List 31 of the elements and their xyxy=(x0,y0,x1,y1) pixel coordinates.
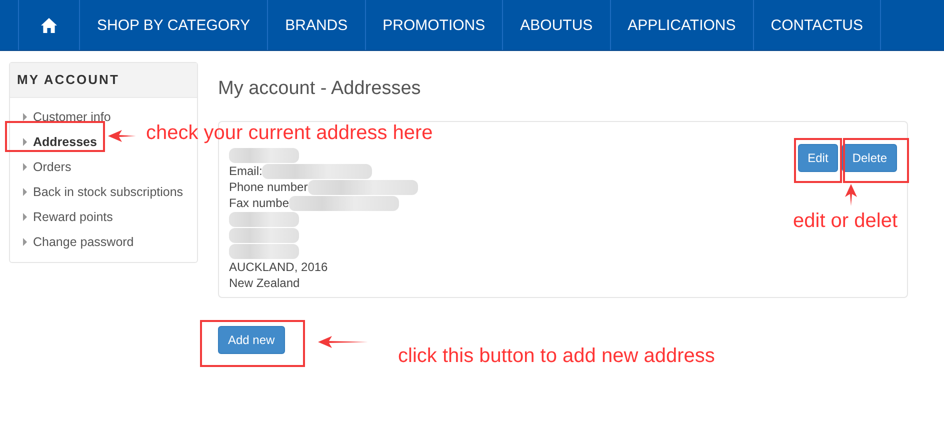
page-title: My account - Addresses xyxy=(218,78,422,100)
home-icon xyxy=(41,18,57,32)
sidebar-item[interactable]: Change password xyxy=(23,229,134,254)
address-line: Email: xyxy=(229,164,262,178)
nav-link[interactable]: BRANDS xyxy=(267,0,365,50)
address-line: New Zealand xyxy=(229,276,300,290)
annotation-text: click this button to add new address xyxy=(398,346,715,366)
add-new-button[interactable]: Add new xyxy=(218,326,285,354)
sidebar-item[interactable]: Addresses xyxy=(23,129,97,154)
sidebar-item[interactable]: Orders xyxy=(23,154,72,179)
address-line: Fax numbe xyxy=(229,196,290,210)
address-button[interactable]: Delete xyxy=(842,144,897,172)
highlight-box xyxy=(794,138,842,183)
sidebar-item[interactable]: Back in stock subscriptions xyxy=(23,179,184,204)
annotation-text: edit or delet xyxy=(793,211,898,231)
annotation-text: check your current address here xyxy=(146,123,433,143)
sidebar-title: MY ACCOUNT xyxy=(10,63,197,98)
sidebar-item[interactable]: Customer info xyxy=(23,104,111,129)
nav-link[interactable]: ABOUTUS xyxy=(502,0,610,50)
nav-link[interactable]: CONTACTUS xyxy=(752,0,881,50)
sidebar-item[interactable]: Reward points xyxy=(23,204,113,229)
address-line: Phone number xyxy=(229,180,308,194)
address-button[interactable]: Edit xyxy=(798,144,838,172)
nav-link[interactable]: APPLICATIONS xyxy=(610,0,753,50)
address-line: AUCKLAND, 2016 xyxy=(229,260,328,274)
highlight-box xyxy=(843,138,909,183)
nav-link[interactable]: PROMOTIONS xyxy=(364,0,502,50)
blurred-area xyxy=(229,244,299,258)
blurred-area xyxy=(229,228,299,242)
nav-link[interactable]: SHOP BY CATEGORY xyxy=(79,0,268,50)
arrow xyxy=(845,184,857,206)
